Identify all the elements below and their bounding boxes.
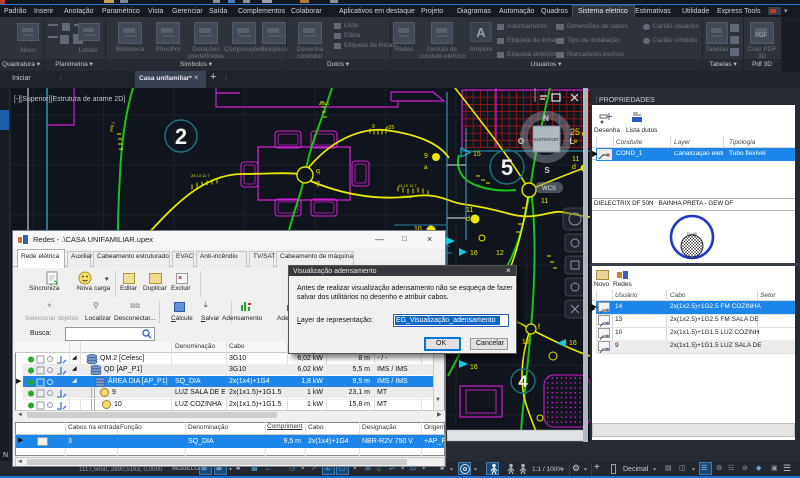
svg-text:25 13 11 7: 25 13 11 7	[191, 173, 210, 178]
svg-text:11: 11	[541, 198, 548, 205]
svg-text:5: 5	[501, 155, 513, 180]
svg-text:g: g	[316, 180, 320, 187]
svg-text:4: 4	[518, 372, 528, 391]
svg-text:11: 11	[572, 156, 579, 163]
svg-text:16: 16	[470, 364, 478, 371]
svg-text:16: 16	[569, 340, 577, 347]
svg-text:14 12 11 7: 14 12 11 7	[398, 183, 417, 188]
svg-text:16: 16	[470, 250, 478, 257]
svg-text:D=46: D=46	[687, 231, 697, 236]
svg-text:f: f	[538, 324, 540, 331]
svg-text:9: 9	[424, 153, 428, 160]
svg-text:11: 11	[466, 207, 473, 214]
svg-text:L: L	[570, 137, 575, 146]
svg-text:N: N	[3, 452, 8, 459]
svg-text:2: 2	[175, 124, 187, 149]
svg-text:9: 9	[372, 124, 375, 130]
svg-text:12: 12	[522, 339, 530, 346]
svg-text:d: d	[466, 216, 470, 223]
svg-text:q: q	[316, 168, 320, 175]
svg-text:e25: e25	[386, 125, 395, 131]
svg-text:O: O	[518, 137, 524, 146]
svg-text:ø46.1: ø46.1	[319, 101, 330, 106]
svg-text:12: 12	[496, 250, 504, 257]
svg-text:1,5 2,5: 1,5 2,5	[400, 194, 413, 199]
svg-text:WCS: WCS	[542, 186, 556, 192]
svg-text:S: S	[544, 166, 550, 175]
svg-text:[-][Superior][Estrutura de ara: [-][Superior][Estrutura de arame 2D]	[14, 96, 125, 103]
svg-text:15: 15	[473, 151, 481, 158]
svg-text:d: d	[572, 164, 576, 171]
svg-text:N: N	[543, 114, 549, 123]
svg-text:SUPERIOR: SUPERIOR	[533, 137, 559, 143]
